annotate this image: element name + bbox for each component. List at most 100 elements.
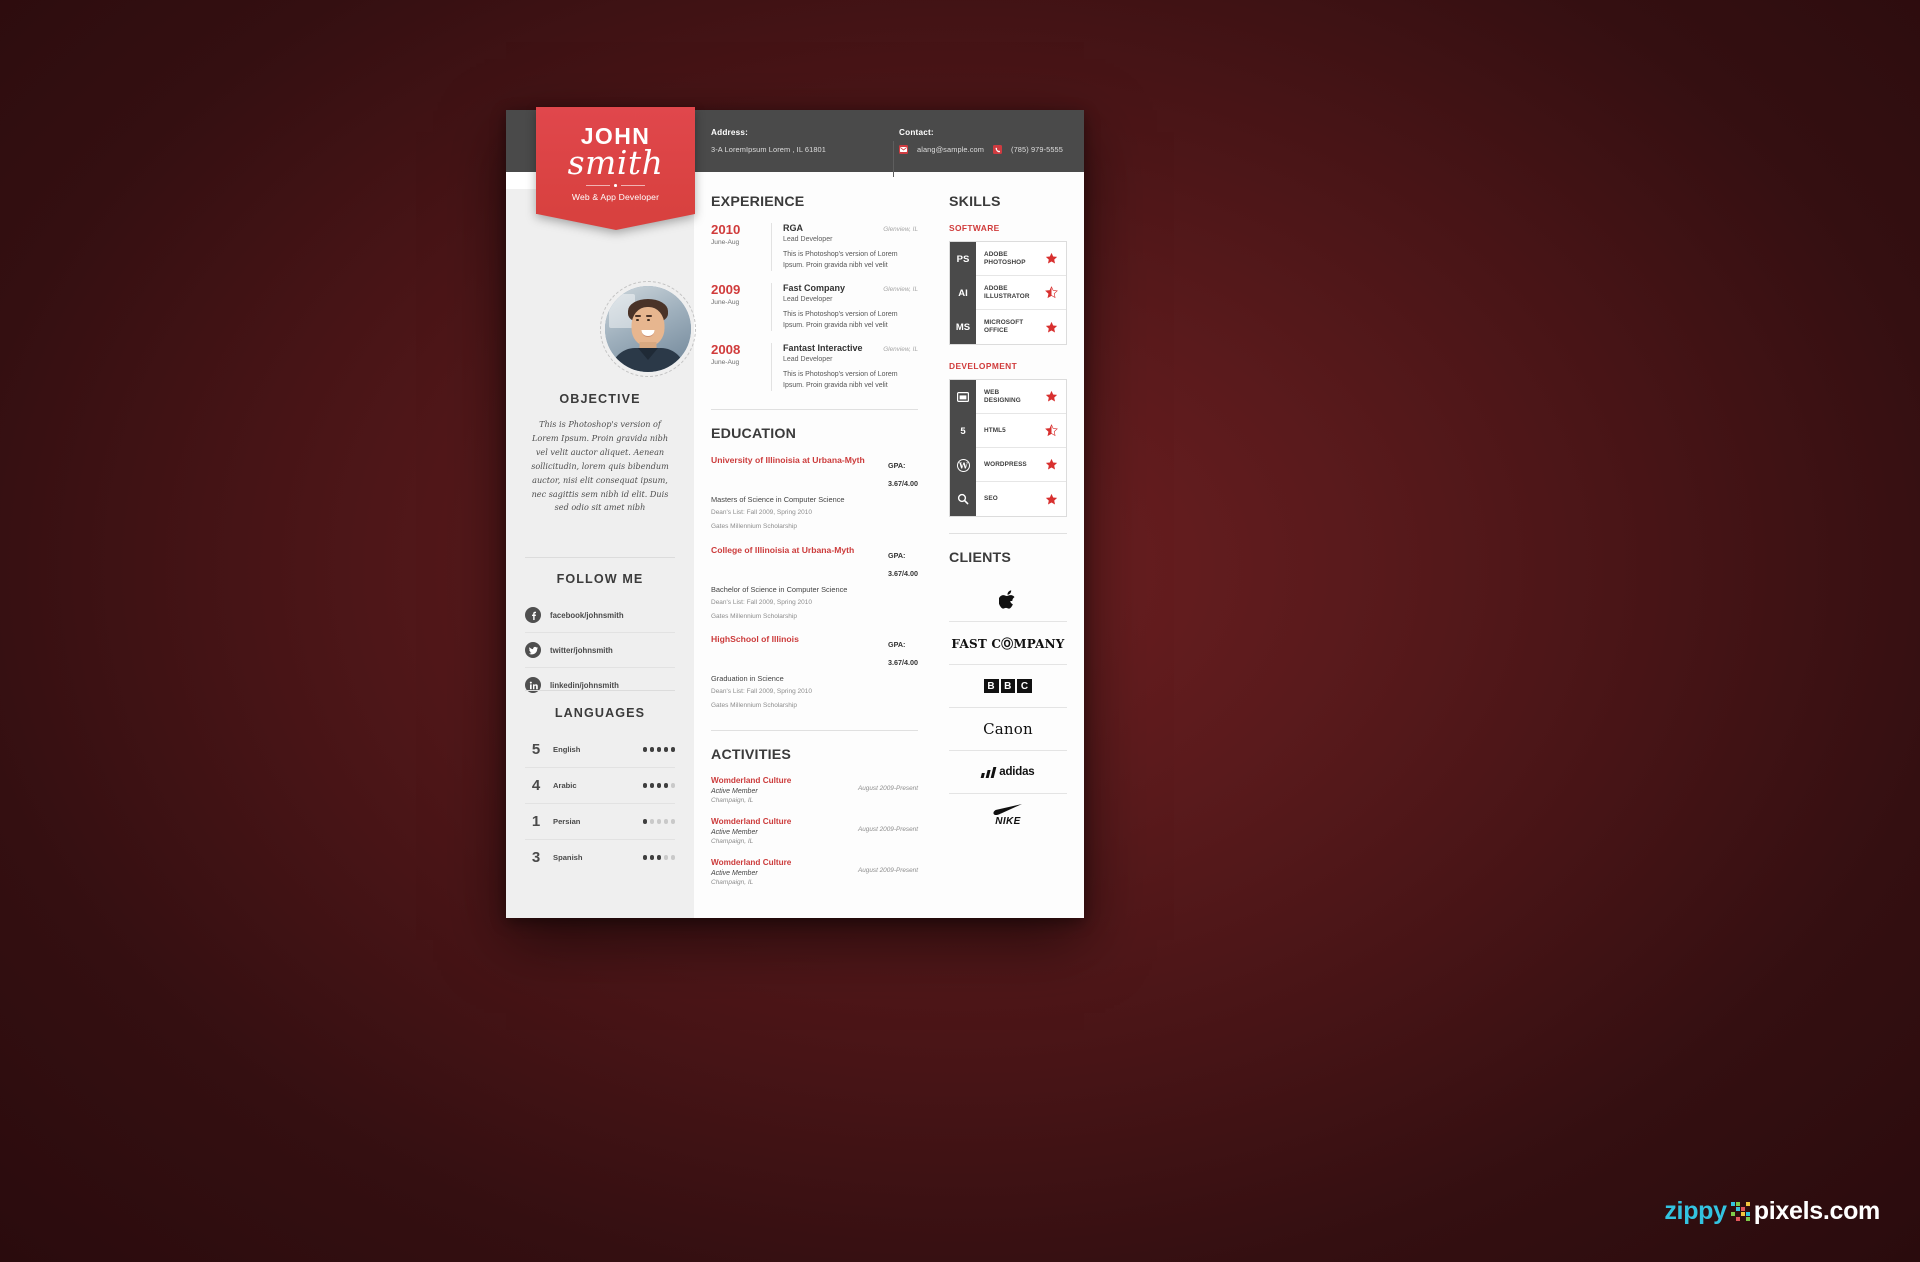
client-row: BBC	[949, 665, 1067, 708]
adidas-wordmark: adidas	[999, 766, 1035, 778]
wordpress-icon: W	[950, 448, 976, 482]
language-item: 3 Spanish	[525, 840, 675, 875]
section-divider	[949, 533, 1067, 534]
section-divider	[711, 409, 918, 411]
social-list: facebook/johnsmith twitter/johnsmith lin…	[525, 598, 675, 702]
language-name: Arabic	[553, 781, 577, 790]
watermark: zippy pixels.com	[1664, 1197, 1880, 1226]
rating-star-full	[1045, 321, 1058, 332]
experience-role: Lead Developer	[783, 236, 833, 243]
microsoft-office-icon: MS	[955, 321, 971, 333]
skills-table-software: PS AI MS ADOBE PHOTOSHOP ADOBE ILLUSTRAT…	[949, 241, 1067, 345]
social-item-facebook[interactable]: facebook/johnsmith	[525, 598, 675, 633]
education-degree: Graduation in Science	[711, 674, 784, 684]
phone-value[interactable]: (785) 979-5555	[1011, 145, 1063, 154]
language-level: 3	[531, 849, 541, 866]
watermark-zippy: zippy	[1664, 1197, 1727, 1225]
skill-name-line1: WORDPRESS	[984, 460, 1027, 468]
skill-name-line1: ADOBE	[984, 250, 1008, 258]
language-level: 1	[531, 813, 541, 830]
language-name: Spanish	[553, 853, 583, 862]
canon-logo: Canon	[983, 720, 1033, 738]
experience-role: Lead Developer	[783, 296, 833, 304]
objective-text: This is Photoshop's version of Lorem Ips…	[531, 419, 669, 513]
watermark-pixels: pixels.com	[1753, 1197, 1881, 1225]
education-note: Dean's List: Fall 2009, Spring 2010	[711, 509, 812, 517]
experience-description: This is Photoshop's version of Lorem Ips…	[783, 311, 898, 330]
education-school: College of Illinoisia at Urbana-Myth	[711, 544, 855, 555]
languages-list: 5 English 4 Arabic 1 Persian 3 Spanish	[525, 732, 675, 875]
email-value[interactable]: alang@sample.com	[917, 145, 984, 154]
apple-logo	[998, 589, 1018, 612]
photoshop-icon: PS	[956, 253, 970, 265]
experience-months: June-Aug	[711, 359, 740, 367]
job-title: Web & App Developer	[571, 191, 660, 202]
skill-row: WEB DESIGNING	[976, 380, 1066, 414]
social-item-twitter[interactable]: twitter/johnsmith	[525, 633, 675, 668]
objective-section: OBJECTIVE This is Photoshop's version of…	[506, 392, 694, 515]
bbc-logo: BBC	[983, 679, 1033, 693]
education-note: Gates Millennium Scholarship	[711, 523, 797, 531]
education-gpa-value: 3.67/4.00	[888, 658, 918, 668]
contact-label: Contact:	[899, 128, 934, 137]
nike-logo: NIKE	[993, 803, 1023, 827]
experience-company: Fast Company	[783, 283, 846, 294]
rating-star-half	[1045, 286, 1058, 299]
client-row: adidas	[949, 751, 1067, 794]
language-name: English	[553, 745, 581, 754]
education-gpa-value: 3.67/4.00	[888, 479, 918, 489]
section-divider	[711, 729, 918, 731]
email-icon	[899, 145, 908, 154]
illustrator-icon: AI	[958, 287, 968, 299]
experience-year: 2010	[711, 222, 741, 237]
education-item: HighSchool of Illinois GPA: 3.67/4.00 Gr…	[711, 634, 918, 724]
skill-name-line1: WEB	[984, 388, 1000, 396]
activity-date: August 2009-Present	[857, 825, 918, 833]
language-rating-dots	[642, 855, 675, 860]
experience-item: 2008 June-Aug Fantast Interactive Glenvi…	[711, 343, 918, 403]
skill-name-line1: ADOBE	[984, 284, 1008, 292]
follow-section: FOLLOW ME facebook/johnsmith twitter/joh…	[506, 572, 694, 702]
photo-ring	[600, 281, 696, 377]
language-item: 1 Persian	[525, 804, 675, 840]
experience-role: Lead Developer	[783, 356, 833, 364]
experience-year: 2009	[711, 282, 741, 298]
resume-page: Address: 3-A LoremIpsum Lorem , IL 61801…	[506, 107, 1084, 918]
social-item-linkedin[interactable]: linkedin/johnsmith	[525, 668, 675, 702]
education-gpa-label: GPA:	[888, 461, 906, 471]
desktop-background: Address: 3-A LoremIpsum Lorem , IL 61801…	[0, 0, 1920, 1262]
search-icon	[950, 482, 976, 516]
skill-row: HTML5	[976, 414, 1066, 448]
experience-location: Glenview, IL	[883, 346, 918, 354]
main-area: Address: 3-A LoremIpsum Lorem , IL 61801…	[694, 110, 1084, 918]
education-note: Gates Millennium Scholarship	[711, 612, 797, 620]
activity-name: Womderland Culture	[711, 857, 792, 867]
skills-group-label-software: SOFTWARE	[949, 223, 1000, 233]
education-school: University of Illinoisia at Urbana-Myth	[711, 455, 865, 466]
activities-heading: ACTIVITIES	[711, 746, 792, 763]
education-note: Gates Millennium Scholarship	[711, 702, 797, 710]
experience-description: This is Photoshop's version of Lorem Ips…	[783, 371, 898, 390]
html5-icon: 5	[960, 425, 966, 437]
sidebar-divider	[525, 557, 675, 558]
skill-name-line2: PHOTOSHOP	[984, 258, 1026, 266]
education-item: University of Illinoisia at Urbana-Myth …	[711, 455, 918, 545]
skill-row: MICROSOFT OFFICE	[976, 310, 1066, 344]
activity-name: Womderland Culture	[711, 775, 792, 785]
skill-name-line1: SEO	[984, 495, 998, 502]
experience-item: 2010 June-Aug RGA Glenview, IL Lead Deve…	[711, 223, 918, 283]
name-banner: JOHN smith Web & App Developer	[536, 107, 695, 230]
language-rating-dots	[642, 819, 675, 824]
education-list: University of Illinoisia at Urbana-Myth …	[711, 455, 918, 724]
experience-education-column: EXPERIENCE 2010 June-Aug RGA Glenview, I…	[694, 172, 937, 918]
avatar	[605, 286, 691, 372]
skill-name-line2: OFFICE	[984, 327, 1009, 334]
experience-company: RGA	[783, 223, 803, 233]
skill-row: ADOBE PHOTOSHOP	[976, 242, 1066, 276]
activity-item: Womderland Culture Active Member August …	[711, 776, 918, 817]
activity-date: August 2009-Present	[857, 784, 918, 792]
experience-location: Glenview, IL	[883, 286, 918, 294]
skill-name-line1: HTML5	[984, 426, 1006, 434]
language-name: Persian	[553, 817, 581, 826]
experience-months: June-Aug	[711, 239, 740, 247]
